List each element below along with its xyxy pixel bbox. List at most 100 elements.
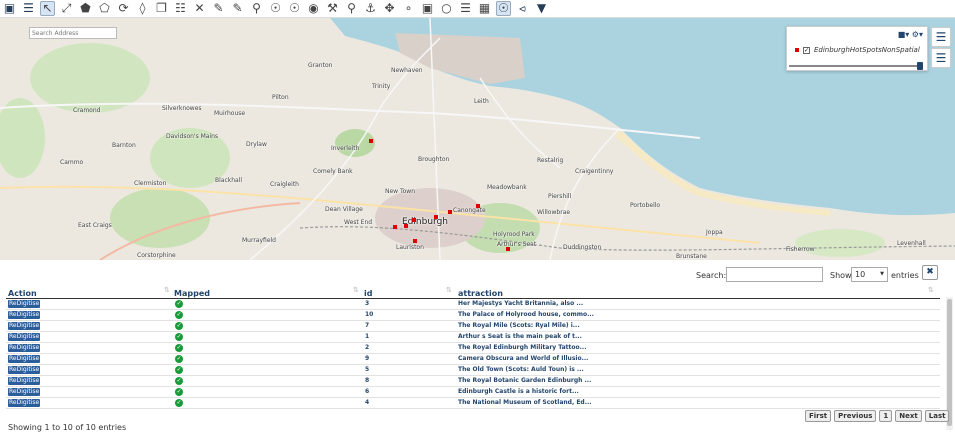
split-icon[interactable]: ◊: [135, 1, 150, 16]
cell-id: 7: [365, 322, 370, 329]
redigitise-button[interactable]: ReDigitise: [8, 366, 41, 374]
layer-opacity-slider[interactable]: [789, 62, 923, 70]
mapped-check-icon: ✓: [175, 300, 183, 308]
hotspot-marker[interactable]: [413, 239, 417, 243]
cell-attraction[interactable]: The Royal Mile (Scots: Ryal Mile) i...: [458, 322, 580, 329]
draw-polygon-icon[interactable]: ⬟: [78, 1, 93, 16]
web-icon[interactable]: ☉: [496, 1, 511, 16]
cell-attraction[interactable]: The Old Town (Scots: Auld Toun) is ...: [458, 366, 584, 373]
first-page-button[interactable]: First: [805, 410, 832, 422]
hotspot-marker[interactable]: [434, 215, 438, 219]
hotspot-marker[interactable]: [506, 247, 510, 251]
mapped-check-icon: ✓: [175, 377, 183, 385]
cell-attraction[interactable]: Camera Obscura and World of Illusio...: [458, 355, 588, 362]
redigitise-button[interactable]: ReDigitise: [8, 333, 41, 341]
cell-attraction[interactable]: Edinburgh Castle is a historic fort...: [458, 388, 579, 395]
delete-icon[interactable]: ✕: [192, 1, 207, 16]
page-1-button[interactable]: 1: [879, 410, 893, 422]
layers-stack-icon[interactable]: ☰: [931, 48, 951, 68]
zoom-box-icon[interactable]: ⚲: [249, 1, 264, 16]
cell-attraction[interactable]: Arthur s Seat is the main peak of t...: [458, 333, 582, 340]
layers-toggle-icon[interactable]: ☰: [931, 27, 951, 47]
layer-name: EdinburghHotSpotsNonSpatial: [814, 46, 920, 54]
entries-select[interactable]: 10 ▼: [851, 267, 888, 282]
select-arrow-icon[interactable]: ↖: [40, 1, 55, 16]
copy-icon[interactable]: ❐: [154, 1, 169, 16]
hotspot-marker[interactable]: [448, 210, 452, 214]
sort-icon[interactable]: ⇅: [353, 286, 359, 294]
map-label: Clermiston: [134, 180, 167, 187]
map-label: Holyrood Park: [493, 231, 535, 238]
mapped-check-icon: ✓: [175, 344, 183, 352]
tools-icon[interactable]: ⚒: [325, 1, 340, 16]
close-table-button[interactable]: ✖: [922, 265, 938, 280]
next-page-button[interactable]: Next: [895, 410, 922, 422]
camera-icon[interactable]: ▣: [420, 1, 435, 16]
entries-label: entries: [891, 271, 919, 280]
globe-icon[interactable]: ☉: [268, 1, 283, 16]
layer-row: ✓ EdinburghHotSpotsNonSpatial: [795, 46, 920, 54]
redigitise-button[interactable]: ReDigitise: [8, 355, 41, 363]
redigitise-button[interactable]: ReDigitise: [8, 388, 41, 396]
ruler-icon[interactable]: ✎: [211, 1, 226, 16]
sort-icon[interactable]: ⇅: [928, 286, 934, 294]
circle-icon[interactable]: ○: [439, 1, 454, 16]
layers-icon[interactable]: ▣: [2, 1, 17, 16]
redigitise-button[interactable]: ReDigitise: [8, 399, 41, 407]
hotspot-marker[interactable]: [393, 225, 397, 229]
hotspot-marker[interactable]: [404, 224, 408, 228]
cell-id: 5: [365, 366, 370, 373]
redigitise-button[interactable]: ReDigitise: [8, 344, 41, 352]
location-pin-icon[interactable]: ◉: [306, 1, 321, 16]
sort-icon[interactable]: ⇅: [164, 286, 170, 294]
cell-attraction[interactable]: Her Majestys Yacht Britannia, also ...: [458, 300, 583, 307]
redigitise-button[interactable]: ReDigitise: [8, 322, 41, 330]
search-address-input[interactable]: [29, 27, 117, 39]
previous-page-button[interactable]: Previous: [834, 410, 877, 422]
map-label: Granton: [308, 62, 333, 69]
globe-alt-icon[interactable]: ☉: [287, 1, 302, 16]
folder-settings-icon[interactable]: ■▾ ⚙▾: [898, 30, 923, 39]
hotspot-marker[interactable]: [412, 218, 416, 222]
map-label: Cramond: [73, 107, 101, 114]
hotspot-marker[interactable]: [369, 139, 373, 143]
cell-attraction[interactable]: The Palace of Holyrood house, commo...: [458, 311, 594, 318]
map-label: Craigleith: [270, 181, 299, 188]
search-tool-icon[interactable]: ⚲: [344, 1, 359, 16]
layer-panel: ■▾ ⚙▾ ✓ EdinburghHotSpotsNonSpatial: [786, 26, 928, 71]
last-page-button[interactable]: Last: [924, 410, 950, 422]
anchor-icon[interactable]: ⚓: [363, 1, 378, 16]
cell-attraction[interactable]: The Royal Edinburgh Military Tattoo...: [458, 344, 586, 351]
cell-id: 6: [365, 388, 370, 395]
map-label: Restalrig: [537, 157, 564, 164]
column-header-action[interactable]: Action: [8, 289, 37, 298]
multi-select-icon[interactable]: ⤢: [59, 1, 74, 16]
measure-area-icon[interactable]: ✎: [230, 1, 245, 16]
redigitise-button[interactable]: ReDigitise: [8, 311, 41, 319]
map-label: Drylaw: [246, 141, 267, 148]
share-icon[interactable]: ⪦: [515, 1, 530, 16]
column-header-mapped[interactable]: Mapped: [174, 289, 210, 298]
slider-handle[interactable]: [917, 62, 923, 70]
cell-attraction[interactable]: The Royal Botanic Garden Edinburgh ...: [458, 377, 591, 384]
hotspot-marker[interactable]: [476, 204, 480, 208]
rotate-icon[interactable]: ⟳: [116, 1, 131, 16]
clipboard-icon[interactable]: ☷: [173, 1, 188, 16]
column-header-attraction[interactable]: attraction: [458, 289, 503, 298]
pan-icon[interactable]: ✥: [382, 1, 397, 16]
stack-icon[interactable]: ☰: [21, 1, 36, 16]
sort-icon[interactable]: ⇅: [446, 286, 452, 294]
map-label: Inverleith: [331, 145, 360, 152]
scrollbar-thumb[interactable]: [947, 299, 952, 426]
layer-visibility-checkbox[interactable]: ✓: [803, 46, 810, 54]
column-header-id[interactable]: id: [364, 289, 372, 298]
redigitise-button[interactable]: ReDigitise: [8, 377, 41, 385]
map-pin-icon[interactable]: ▼: [534, 1, 549, 16]
edit-polygon-icon[interactable]: ⬠: [97, 1, 112, 16]
node-icon[interactable]: ∘: [401, 1, 416, 16]
redigitise-button[interactable]: ReDigitise: [8, 300, 41, 308]
cell-attraction[interactable]: The National Museum of Scotland, Ed...: [458, 399, 592, 406]
table-icon[interactable]: ▦: [477, 1, 492, 16]
table-search-input[interactable]: [726, 267, 823, 282]
list-icon[interactable]: ☰: [458, 1, 473, 16]
